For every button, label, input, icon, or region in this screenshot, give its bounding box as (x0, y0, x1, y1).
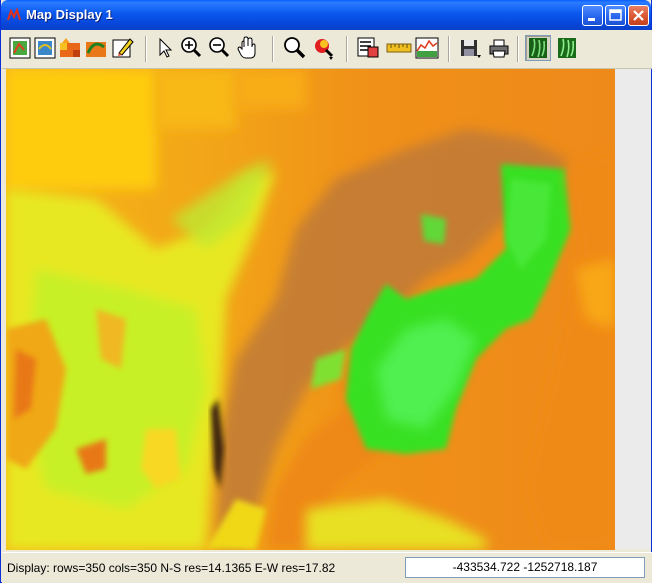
zoom-out-icon (209, 37, 230, 58)
raster-map[interactable] (6, 69, 615, 550)
toolbar-separator (145, 36, 147, 62)
redraw-map-icon (34, 37, 56, 59)
canvas-margin (615, 69, 651, 549)
map-display-window: Map Display 1 Display: rows=350 cols=350… (0, 0, 652, 583)
raster-map-image (6, 69, 615, 550)
display-map-icon (9, 37, 31, 59)
add-raster-button[interactable] (58, 35, 84, 61)
display-info-text: Display: rows=350 cols=350 N-S res=14.13… (7, 561, 336, 575)
map-mode-icon (529, 38, 547, 58)
grass-logo-icon (7, 8, 21, 21)
digitize-mode-button[interactable] (554, 35, 580, 61)
ruler-icon (386, 43, 412, 53)
overlay-button[interactable] (355, 35, 381, 61)
display-map-button[interactable] (8, 35, 34, 61)
pointer-button[interactable] (152, 35, 178, 61)
close-icon (633, 10, 644, 21)
toolbar-separator (448, 36, 450, 62)
toolbar-separator (272, 36, 274, 62)
title-bar[interactable]: Map Display 1 (1, 0, 651, 30)
pan-button[interactable] (235, 35, 261, 61)
toolbar (2, 30, 652, 69)
floppy-disk-icon (461, 40, 481, 58)
status-bar: Display: rows=350 cols=350 N-S res=14.13… (2, 552, 652, 583)
maximize-icon (609, 9, 622, 21)
erase-icon (112, 38, 134, 58)
add-vector-button[interactable] (84, 35, 110, 61)
save-button[interactable] (457, 35, 483, 61)
print-button[interactable] (486, 35, 512, 61)
zoom-menu-icon (315, 39, 334, 60)
map-canvas-area[interactable] (6, 69, 651, 550)
minimize-button[interactable] (582, 5, 603, 26)
zoom-in-button[interactable] (178, 35, 204, 61)
digitize-mode-icon (558, 38, 576, 58)
add-raster-icon (60, 38, 80, 57)
toolbar-separator (517, 36, 519, 62)
printer-icon (489, 39, 509, 58)
profile-icon (415, 37, 439, 59)
query-button[interactable] (281, 35, 307, 61)
profile-button[interactable] (414, 35, 440, 61)
zoom-in-icon (181, 37, 202, 58)
map-display-mode-button[interactable] (525, 35, 551, 61)
redraw-map-button[interactable] (33, 35, 59, 61)
erase-display-button[interactable] (110, 35, 136, 61)
measure-button[interactable] (386, 35, 412, 61)
pan-hand-icon (237, 36, 256, 59)
toolbar-separator (346, 36, 348, 62)
zoom-out-button[interactable] (206, 35, 232, 61)
maximize-button[interactable] (605, 5, 626, 26)
zoom-menu-button[interactable] (311, 35, 337, 61)
query-magnifier-icon (284, 37, 306, 59)
window-title: Map Display 1 (26, 7, 113, 22)
minimize-icon (588, 18, 595, 21)
coordinates-field[interactable]: -433534.722 -1252718.187 (405, 557, 645, 578)
close-button[interactable] (628, 5, 649, 26)
overlay-icon (357, 37, 379, 58)
add-vector-icon (86, 42, 106, 57)
pointer-arrow-icon (159, 37, 173, 58)
